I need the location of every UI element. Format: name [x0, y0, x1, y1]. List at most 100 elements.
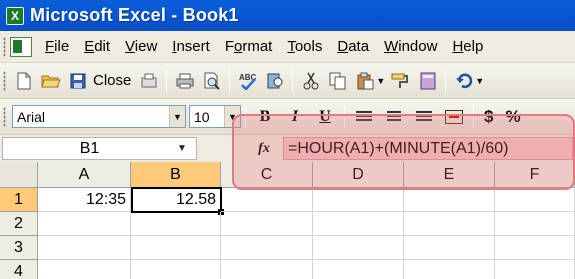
print-preview-icon[interactable]	[200, 69, 223, 93]
currency-button[interactable]: $	[484, 107, 493, 127]
new-icon[interactable]	[12, 69, 35, 93]
row-header-1[interactable]: 1	[0, 188, 38, 212]
cell-a4[interactable]	[38, 260, 131, 279]
toolbar-separator	[166, 69, 168, 92]
font-size-select[interactable]: 10 ▼	[189, 105, 241, 128]
save-icon[interactable]	[66, 69, 89, 93]
excel-app-icon: X	[6, 6, 24, 25]
row-header-4[interactable]: 4	[0, 260, 38, 279]
toolbar-separator	[292, 69, 294, 92]
align-left-icon	[356, 110, 372, 123]
merge-center-icon	[445, 109, 463, 124]
cell-a3[interactable]	[38, 236, 131, 260]
column-header-c[interactable]: C	[221, 162, 313, 188]
name-box-value: B1	[79, 139, 100, 157]
toolbar-separator	[229, 69, 231, 92]
format-painter-icon[interactable]	[389, 69, 412, 93]
cell-b1[interactable]: 12.58	[131, 187, 222, 213]
column-header-d[interactable]: D	[313, 162, 404, 188]
close-button[interactable]: Close	[93, 72, 131, 89]
cell-b3[interactable]	[131, 236, 221, 260]
column-header-f[interactable]: F	[495, 162, 575, 188]
cell-c3[interactable]	[221, 236, 313, 260]
toolbar-separator	[445, 69, 447, 92]
copy-icon[interactable]	[326, 69, 349, 93]
underline-button[interactable]: U	[312, 105, 338, 129]
paste-icon[interactable]	[353, 69, 376, 93]
menu-window[interactable]: Window	[377, 38, 445, 55]
menu-edit[interactable]: Edit	[77, 38, 118, 55]
spelling-icon[interactable]: ABC	[236, 69, 259, 93]
cell-d3[interactable]	[313, 236, 404, 260]
open-icon[interactable]	[39, 69, 62, 93]
cell-f4[interactable]	[495, 260, 575, 279]
toolbar-grip[interactable]	[3, 70, 6, 91]
cell-e4[interactable]	[404, 260, 495, 279]
menu-view[interactable]: View	[118, 38, 165, 55]
cell-e2[interactable]	[404, 212, 495, 236]
calculator-icon[interactable]	[416, 69, 439, 93]
chevron-down-icon[interactable]: ▼	[169, 106, 185, 127]
cell-d2[interactable]	[313, 212, 404, 236]
cell-f3[interactable]	[495, 236, 575, 260]
cell-c1[interactable]	[221, 188, 313, 212]
percent-button[interactable]: %	[505, 107, 520, 127]
chevron-down-icon[interactable]: ▼	[170, 137, 194, 160]
align-right-button[interactable]	[411, 105, 437, 129]
font-name-value: Arial	[17, 108, 46, 125]
menu-format[interactable]: Format	[218, 38, 281, 55]
cell-b4[interactable]	[131, 260, 221, 279]
cell-d4[interactable]	[313, 260, 404, 279]
undo-icon[interactable]	[452, 69, 475, 93]
formula-input[interactable]: =HOUR(A1)+(MINUTE(A1)/60)	[283, 137, 573, 160]
menu-data[interactable]: Data	[330, 38, 377, 55]
cell-d1[interactable]	[313, 188, 404, 212]
cell-a1[interactable]: 12:35	[38, 188, 131, 212]
toolbar-separator	[473, 105, 474, 128]
cell-e3[interactable]	[404, 236, 495, 260]
italic-button[interactable]: I	[282, 105, 308, 129]
toolbar-separator	[245, 105, 246, 128]
column-header-a[interactable]: A	[38, 162, 131, 188]
toolbar-separator	[344, 105, 345, 128]
cell-c2[interactable]	[221, 212, 313, 236]
undo-dropdown-arrow[interactable]: ▼	[475, 76, 484, 86]
cell-b2[interactable]	[131, 212, 221, 236]
workbook-icon[interactable]	[10, 36, 32, 57]
bold-button[interactable]: B	[252, 105, 278, 129]
cut-icon[interactable]	[299, 69, 322, 93]
cell-c4[interactable]	[221, 260, 313, 279]
align-center-icon	[387, 110, 401, 123]
font-size-value: 10	[194, 108, 210, 125]
chevron-down-icon[interactable]: ▼	[224, 106, 240, 127]
menu-file[interactable]: File	[38, 38, 77, 55]
name-box[interactable]: B1	[2, 137, 197, 160]
align-left-button[interactable]	[351, 105, 377, 129]
formatting-toolbar: Arial ▼ 10 ▼ B I U $ %	[0, 99, 575, 135]
toolbar-grip[interactable]	[3, 106, 6, 127]
column-header-b[interactable]: B	[131, 162, 221, 188]
menu-bar: File Edit View Insert Format Tools Data …	[0, 31, 575, 63]
select-all-corner[interactable]	[0, 162, 38, 188]
cell-a2[interactable]	[38, 212, 131, 236]
merge-center-button[interactable]	[441, 105, 467, 129]
permission-icon[interactable]	[137, 69, 160, 93]
menu-grip[interactable]	[3, 36, 6, 57]
row-header-2[interactable]: 2	[0, 212, 38, 236]
cell-f2[interactable]	[495, 212, 575, 236]
worksheet-grid: A B C D E F 1 2 3 4 12:35 12.58	[0, 162, 575, 279]
font-name-select[interactable]: Arial ▼	[12, 105, 186, 128]
paste-dropdown-arrow[interactable]: ▼	[376, 76, 385, 86]
print-icon[interactable]	[173, 69, 196, 93]
column-header-e[interactable]: E	[404, 162, 495, 188]
research-icon[interactable]	[263, 69, 286, 93]
menu-help[interactable]: Help	[445, 38, 491, 55]
insert-function-icon[interactable]: fx	[254, 138, 274, 159]
cell-f1[interactable]	[495, 188, 575, 212]
menu-tools[interactable]: Tools	[280, 38, 330, 55]
cell-e1[interactable]	[404, 188, 495, 212]
align-right-icon	[416, 110, 432, 123]
align-center-button[interactable]	[381, 105, 407, 129]
menu-insert[interactable]: Insert	[165, 38, 218, 55]
row-header-3[interactable]: 3	[0, 236, 38, 260]
